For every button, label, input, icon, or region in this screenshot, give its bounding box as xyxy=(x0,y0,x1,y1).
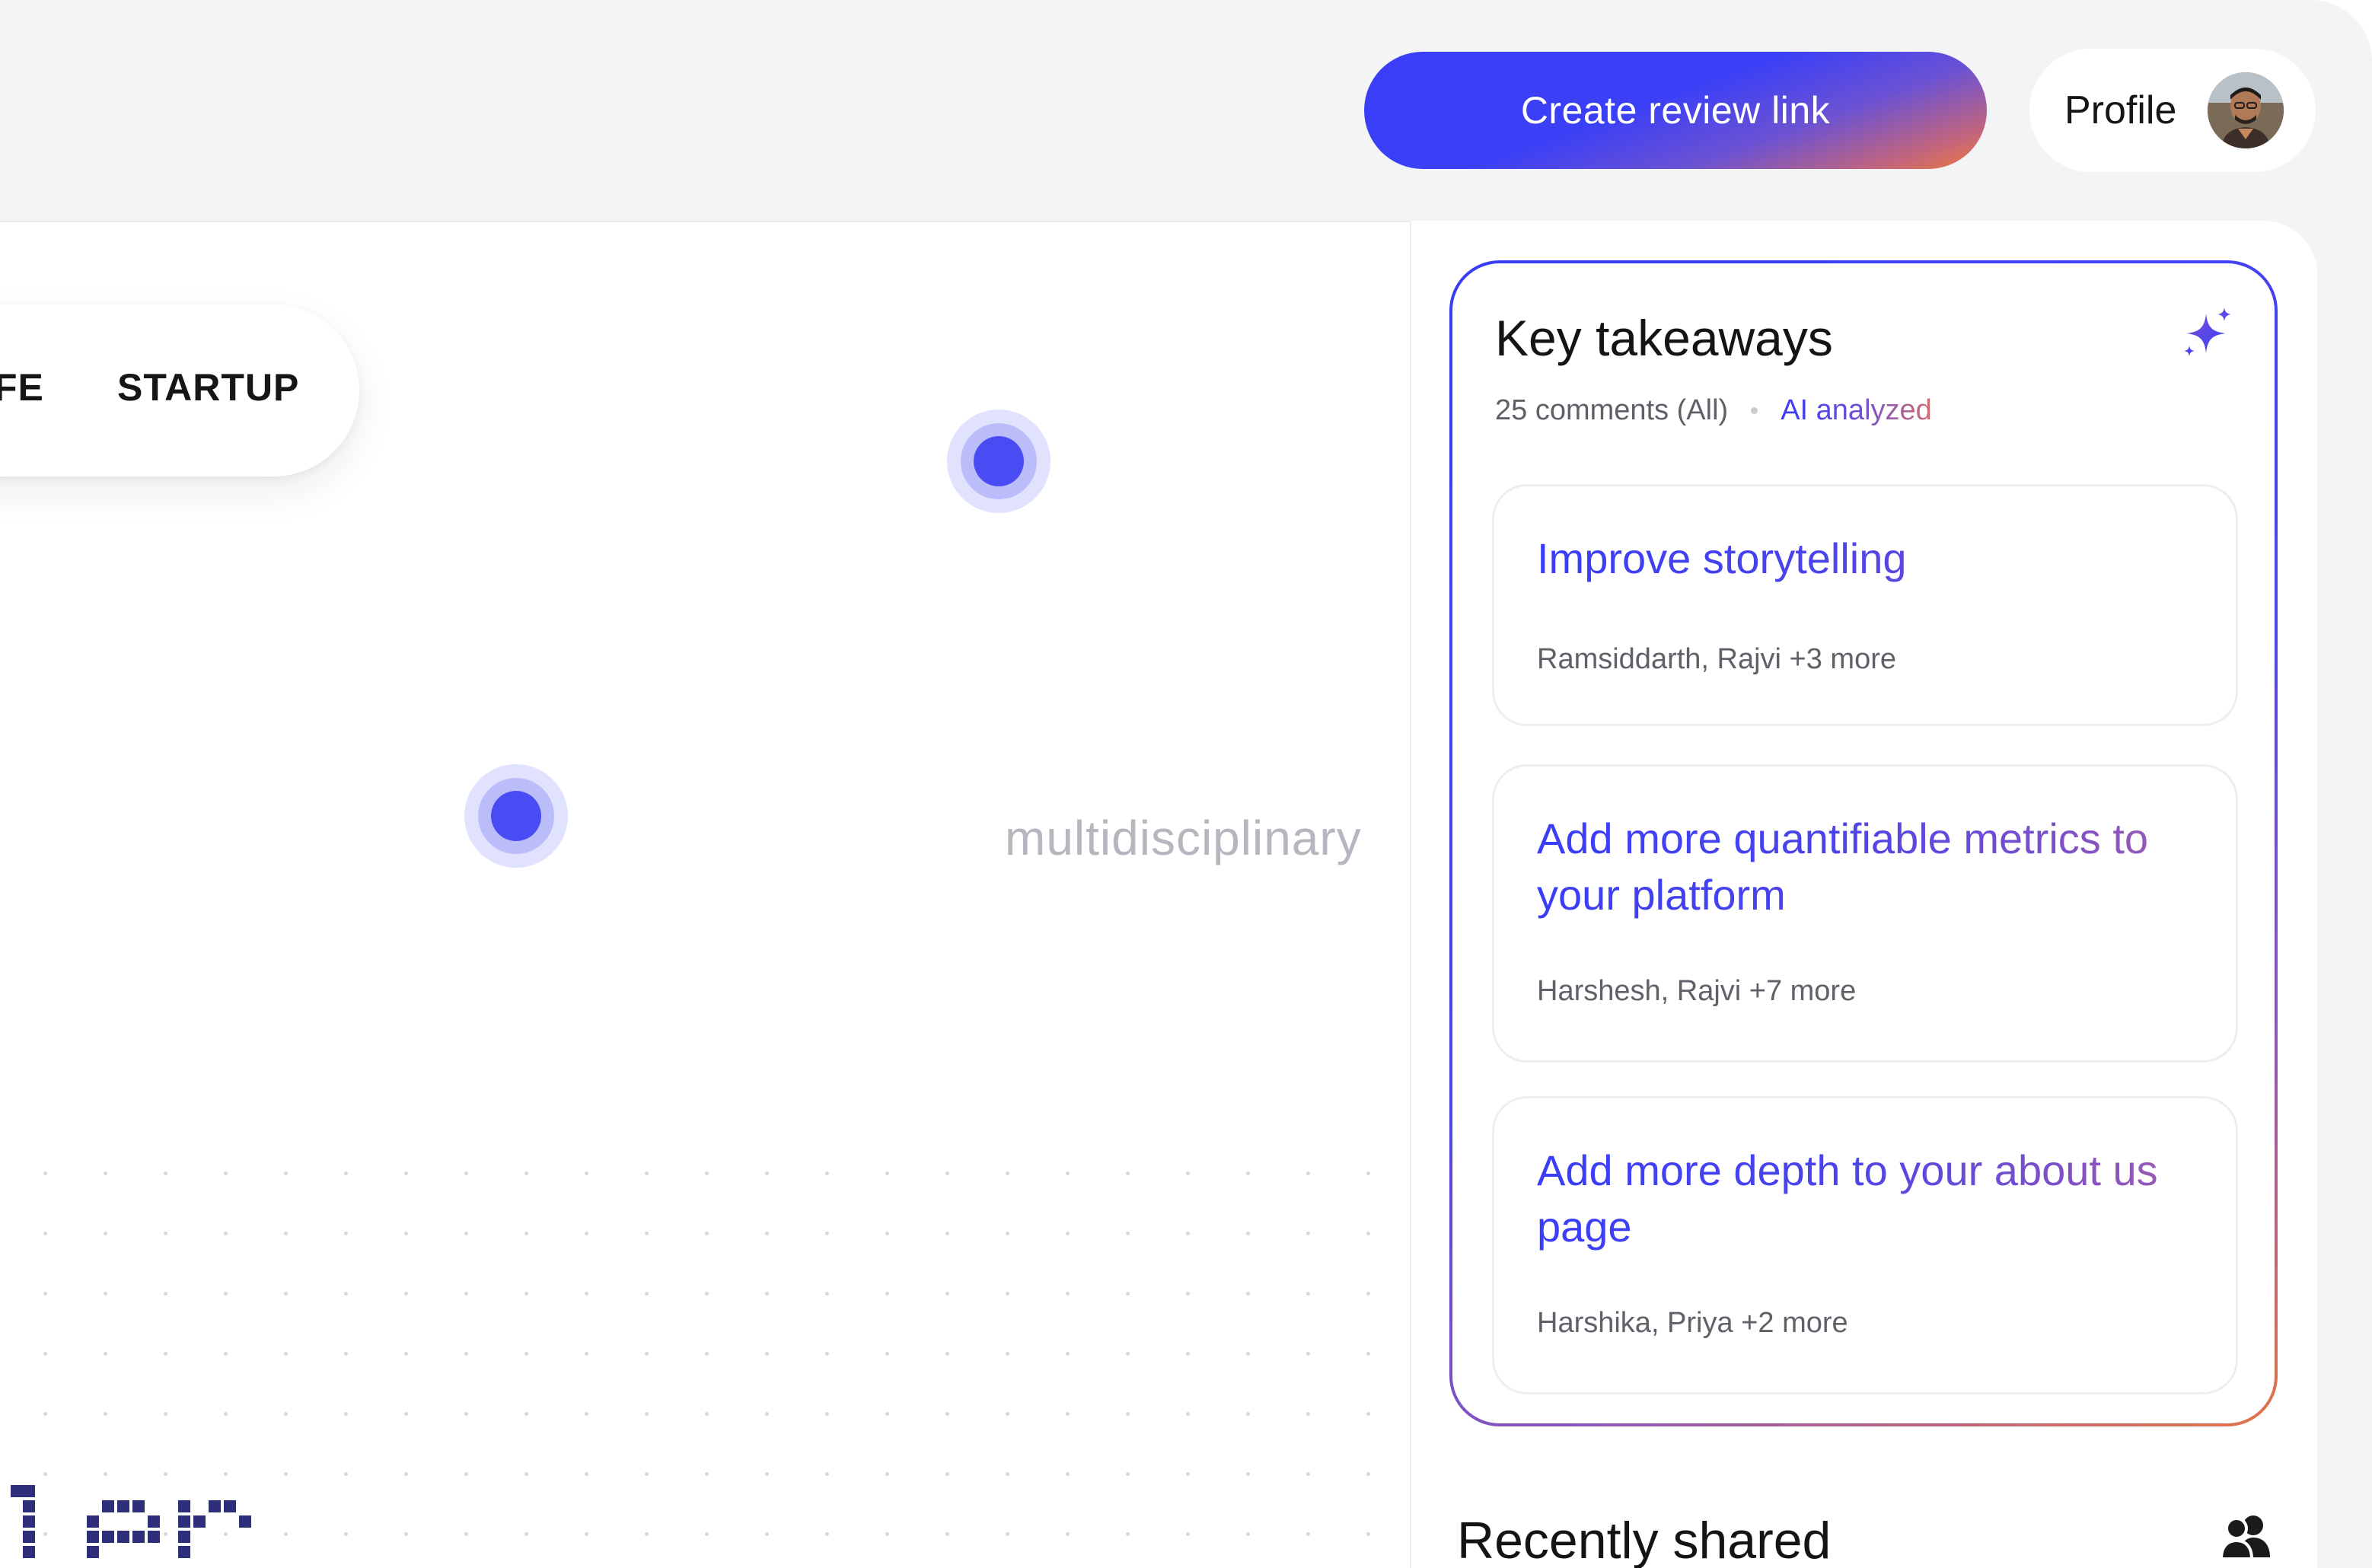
takeaway-card[interactable]: Improve storytelling Ramsiddarth, Rajvi … xyxy=(1492,484,2238,726)
avatar-image xyxy=(2208,72,2284,148)
key-takeaways-subtitle: 25 comments (All) AI analyzed xyxy=(1495,394,1932,427)
recently-shared-title: Recently shared xyxy=(1457,1512,1832,1568)
category-item-fe[interactable]: FE xyxy=(0,365,44,410)
key-takeaways-title: Key takeaways xyxy=(1495,310,1833,366)
location-marker-icon[interactable] xyxy=(947,410,1051,513)
takeaway-card[interactable]: Add more depth to your about us page Har… xyxy=(1492,1096,2238,1394)
profile-label: Profile xyxy=(2064,88,2177,132)
takeaway-card[interactable]: Add more quantifiable metrics to your pl… xyxy=(1492,764,2238,1063)
create-review-link-button[interactable]: Create review link xyxy=(1364,52,1987,169)
ai-analyzed-link[interactable]: AI analyzed xyxy=(1781,394,1932,427)
avatar xyxy=(2208,72,2284,148)
app-root: Create review link Profile FE STARTUP mu… xyxy=(0,0,2372,1568)
people-icon[interactable] xyxy=(2221,1513,2272,1560)
takeaway-people: Ramsiddarth, Rajvi +3 more xyxy=(1537,643,1897,675)
takeaway-people: Harshika, Priya +2 more xyxy=(1537,1307,1848,1339)
pixel-logo-text xyxy=(11,1485,251,1558)
profile-button[interactable]: Profile xyxy=(2029,49,2316,172)
location-marker-icon[interactable] xyxy=(464,764,568,868)
key-takeaways-card: Key takeaways 25 comments (All) AI analy… xyxy=(1449,260,2278,1426)
floating-keyword: multidisciplinary xyxy=(1005,811,1362,865)
separator-dot xyxy=(1751,407,1758,414)
takeaway-title: Add more depth to your about us page xyxy=(1537,1143,2199,1255)
takeaway-people: Harshesh, Rajvi +7 more xyxy=(1537,975,1857,1007)
sparkle-icon[interactable] xyxy=(2180,306,2235,361)
comments-count: 25 comments (All) xyxy=(1495,394,1729,426)
category-item-startup[interactable]: STARTUP xyxy=(117,365,299,410)
takeaway-title: Add more quantifiable metrics to your pl… xyxy=(1537,811,2199,923)
takeaway-title: Improve storytelling xyxy=(1537,531,2199,587)
